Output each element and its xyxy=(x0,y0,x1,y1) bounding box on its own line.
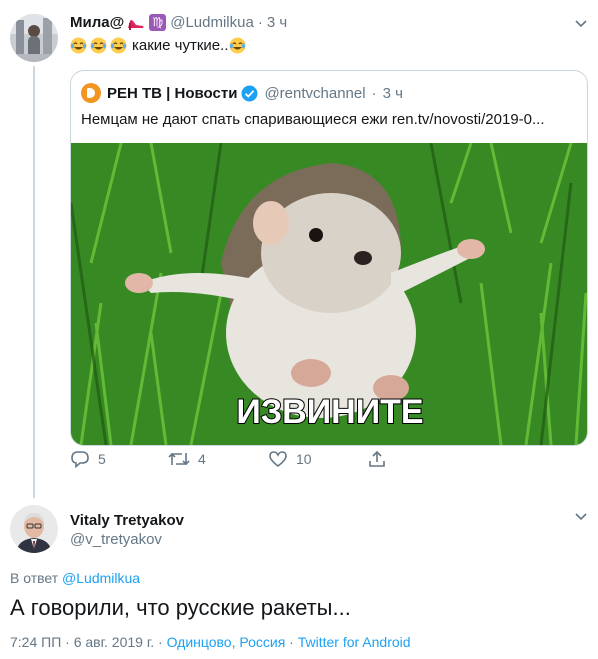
quoted-handle[interactable]: @rentvchannel xyxy=(264,85,365,102)
reply-context: В ответ @Ludmilkua xyxy=(10,570,140,586)
heart-icon xyxy=(269,451,287,468)
quoted-tweet[interactable]: РЕН ТВ | Новости @rentvchannel · 3 ч Нем… xyxy=(70,70,588,446)
user-handle[interactable]: @v_tretyakov xyxy=(70,531,162,548)
laughing-emoji-icon xyxy=(229,37,245,54)
virgo-sign-icon: ♍ xyxy=(149,14,167,31)
laughing-emoji-icon xyxy=(90,37,107,54)
separator: · xyxy=(289,634,294,650)
avatar[interactable] xyxy=(10,505,58,553)
thread-line xyxy=(33,66,35,498)
reply-prefix: В ответ xyxy=(10,570,59,586)
tweet-header: Мила@ ♍ @Ludmilkua · 3 ч xyxy=(70,14,287,31)
tweet-text: А говорили, что русские ракеты... xyxy=(10,595,351,620)
like-count: 10 xyxy=(296,451,312,467)
retweet-button[interactable]: 4 xyxy=(168,450,206,468)
user-handle[interactable]: @Ludmilkua xyxy=(170,14,254,31)
reply-button[interactable]: 5 xyxy=(70,450,106,468)
separator: · xyxy=(371,84,377,102)
hedgehog-photo[interactable]: ИЗВИНИТЕ xyxy=(71,143,588,445)
share-button[interactable] xyxy=(368,450,394,468)
tweet-text-content: какие чуткие.. xyxy=(132,37,229,54)
separator: · xyxy=(257,14,263,31)
timestamp[interactable]: 7:24 ПП · 6 авг. 2019 г. xyxy=(10,634,154,650)
share-icon xyxy=(369,450,385,467)
tweet-text: какие чуткие.. xyxy=(70,37,249,54)
laughing-emoji-icon xyxy=(110,37,127,54)
quoted-time[interactable]: 3 ч xyxy=(383,85,403,102)
source-link[interactable]: Twitter for Android xyxy=(298,634,411,650)
laughing-emoji-icon xyxy=(70,37,87,54)
separator: · xyxy=(158,634,163,650)
heel-emoji-icon xyxy=(128,19,144,30)
tweet-time[interactable]: 3 ч xyxy=(267,14,287,31)
display-name[interactable]: Vitaly Tretyakov xyxy=(70,512,184,529)
verified-badge-icon xyxy=(241,85,258,101)
reply-count: 5 xyxy=(98,451,106,467)
tweet-footer: 7:24 ПП · 6 авг. 2019 г. · Одинцово, Рос… xyxy=(10,634,411,650)
location-link[interactable]: Одинцово, Россия xyxy=(167,634,286,650)
rentv-logo-icon xyxy=(81,83,101,103)
retweet-icon xyxy=(168,452,190,466)
display-name[interactable]: Мила@ xyxy=(70,14,124,31)
quoted-display-name[interactable]: РЕН ТВ | Новости xyxy=(107,85,237,102)
avatar[interactable] xyxy=(10,14,58,62)
reply-icon xyxy=(71,451,89,468)
reply-to-link[interactable]: @Ludmilkua xyxy=(62,570,140,586)
chevron-down-icon[interactable] xyxy=(574,510,588,524)
quoted-tweet-header: РЕН ТВ | Новости @rentvchannel · 3 ч xyxy=(81,83,403,103)
quoted-tweet-text: Немцам не дают спать спаривающиеся ежи r… xyxy=(81,111,545,128)
like-button[interactable]: 10 xyxy=(268,450,312,468)
retweet-count: 4 xyxy=(198,451,206,467)
chevron-down-icon[interactable] xyxy=(574,17,588,31)
image-caption: ИЗВИНИТЕ xyxy=(236,393,423,431)
